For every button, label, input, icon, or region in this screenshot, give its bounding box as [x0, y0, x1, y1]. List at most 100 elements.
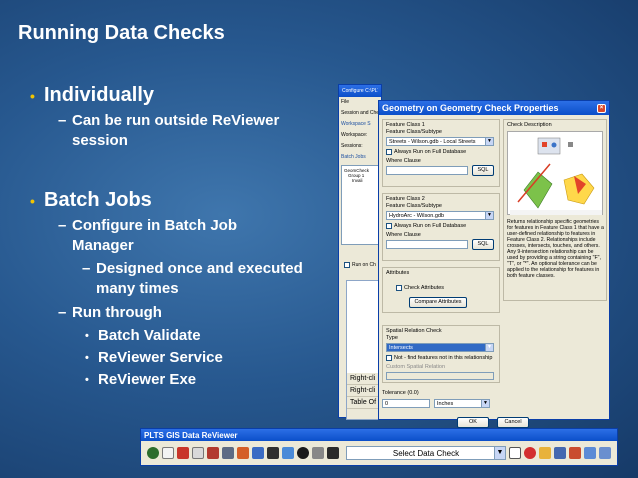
bullet-marker-icon: •	[30, 193, 35, 209]
compare-attributes-button[interactable]: Compare Attributes	[409, 297, 467, 308]
sub-bullet-text: Run through	[72, 304, 162, 321]
checkbox-box[interactable]	[396, 285, 402, 291]
bullet-marker-icon: •	[30, 88, 35, 104]
tree-node[interactable]: Invali	[344, 178, 376, 183]
feature-class-1-select[interactable]: Streets - Wilson.gdb - Local Streets ▼	[386, 137, 494, 146]
checkbox-box[interactable]	[386, 355, 392, 361]
select-features-icon[interactable]	[222, 447, 234, 459]
config-row: Sessions:	[341, 143, 363, 149]
help-icon[interactable]	[599, 447, 611, 459]
cancel-button[interactable]: Cancel	[497, 417, 529, 428]
grid-icon[interactable]	[192, 447, 204, 459]
chevron-down-icon[interactable]: ▼	[485, 212, 493, 219]
units-select[interactable]: Inches ▼	[434, 399, 490, 408]
toc-tree[interactable]	[347, 281, 382, 373]
info-icon[interactable]	[297, 447, 309, 459]
bullet-marker-icon: •	[85, 352, 89, 364]
close-icon[interactable]: ×	[597, 103, 606, 113]
bullet-marker-icon: •	[85, 330, 89, 342]
ok-button[interactable]: OK	[457, 417, 489, 428]
always-run-checkbox-2[interactable]: Always Run on Full Database	[386, 223, 466, 229]
sub-bullet-text: Can be run outside ReViewer session	[72, 112, 280, 149]
dialog-title: Geometry on Geometry Check Properties	[382, 103, 559, 113]
checkbox-box[interactable]	[386, 223, 392, 229]
tolerance-input[interactable]: 0	[382, 399, 430, 408]
run-through-item: • ReViewer Service	[85, 347, 330, 369]
checkbox-label: Always Run on Full Database	[394, 149, 467, 155]
globe-icon[interactable]	[147, 447, 159, 459]
always-run-checkbox-1[interactable]: Always Run on Full Database	[386, 149, 466, 155]
chevron-down-icon[interactable]: ▼	[485, 138, 493, 145]
edit-icon[interactable]	[237, 447, 249, 459]
chevron-down-icon[interactable]: ▼	[481, 400, 489, 407]
numbers-icon[interactable]	[554, 447, 566, 459]
data-reviewer-toolbar: PLTS GIS Data ReViewer Select Data Check…	[140, 428, 618, 466]
where-clause-1-input[interactable]	[386, 166, 468, 175]
file-menu[interactable]: File	[341, 99, 379, 107]
group-label: Feature Class 1	[386, 122, 425, 128]
sub-bullet: – Run through	[58, 303, 330, 323]
dash-marker-icon: –	[58, 112, 67, 129]
custom-spatial-input[interactable]	[386, 372, 494, 380]
field-label: Custom Spatial Relation	[386, 364, 446, 370]
config-row: Session and Che	[341, 110, 379, 116]
select-data-check-dropdown[interactable]: Select Data Check ▼	[346, 446, 506, 460]
dash-marker-icon: –	[58, 304, 67, 321]
run-check-icon[interactable]	[524, 447, 536, 459]
sql-button-2[interactable]: SQL	[472, 239, 494, 250]
geometry-relationship-illustration	[507, 131, 603, 215]
sql-button-1[interactable]: SQL	[472, 165, 494, 176]
chevron-down-icon[interactable]: ▼	[494, 447, 505, 459]
check-attributes-checkbox[interactable]: Check Attributes	[396, 285, 444, 291]
run-through-text: ReViewer Exe	[98, 371, 197, 388]
group-label: Check Description	[507, 122, 552, 128]
bullet-text: Batch Jobs	[44, 189, 152, 211]
bullet-list: • Individually – Can be run outside ReVi…	[30, 84, 330, 391]
relationship-diagram-icon	[510, 137, 602, 215]
dash-marker-icon: –	[58, 217, 67, 234]
run-on-label: Run on Ch	[352, 262, 376, 268]
run-through-item: • Batch Validate	[85, 325, 330, 347]
window-icon[interactable]	[282, 447, 294, 459]
checkbox-label: Always Run on Full Database	[394, 223, 467, 229]
zoom-icon[interactable]	[267, 447, 279, 459]
configure-titlebar[interactable]: Configure C:\PLTS\DataForService\ConfigB…	[339, 85, 381, 97]
toolbar-title: PLTS GIS Data ReViewer	[144, 430, 238, 440]
table-icon[interactable]	[162, 447, 174, 459]
run-on-checkbox[interactable]: Run on Ch	[344, 262, 376, 268]
checkbox-box[interactable]	[344, 262, 350, 268]
tolerance-label: Tolerance (0.0)	[382, 390, 419, 396]
feature-class-2-select[interactable]: HydroArc - Wilson.gdb ▼	[386, 211, 494, 220]
toc-hint: Right-cli	[347, 385, 382, 397]
validate-icon[interactable]	[252, 447, 264, 459]
chart-icon[interactable]	[569, 447, 581, 459]
run-through-text: ReViewer Service	[98, 349, 223, 366]
run-through-item: • ReViewer Exe	[85, 369, 330, 391]
sub-bullet: – Can be run outside ReViewer session	[58, 111, 330, 151]
batch-icon[interactable]	[312, 447, 324, 459]
properties-icon[interactable]	[509, 447, 521, 459]
dialog-titlebar[interactable]: Geometry on Geometry Check Properties ×	[379, 101, 609, 115]
chevron-down-icon[interactable]: ▼	[485, 344, 493, 351]
checkbox-box[interactable]	[386, 149, 392, 155]
field-label: Where Clause	[386, 158, 421, 164]
toc-tab[interactable]: Table Of	[347, 397, 382, 409]
checkbox-label: Check Attributes	[404, 285, 445, 291]
bullet-marker-icon: •	[85, 374, 89, 386]
where-clause-2-input[interactable]	[386, 240, 468, 249]
toolbar-titlebar[interactable]: PLTS GIS Data ReViewer	[141, 429, 617, 441]
select-value: HydroArc - Wilson.gdb	[389, 213, 445, 219]
configure-title: Configure C:\PLTS\DataForService\ConfigB…	[342, 88, 378, 94]
run-icon[interactable]	[327, 447, 339, 459]
run-through-text: Batch Validate	[98, 327, 201, 344]
spatial-type-select[interactable]: Intersects ▼	[386, 343, 494, 352]
results-icon[interactable]	[539, 447, 551, 459]
session-icon[interactable]	[177, 447, 189, 459]
batch-job-tree[interactable]: GeomCheck Group 1 Invali	[341, 165, 379, 245]
not-find-checkbox[interactable]: Not - find features not in this relation…	[386, 355, 492, 361]
config-row: Batch Jobs	[341, 154, 366, 160]
bullet-individually: • Individually	[30, 84, 330, 107]
report-icon[interactable]	[584, 447, 596, 459]
select-value: Inches	[437, 401, 454, 407]
flag-icon[interactable]	[207, 447, 219, 459]
